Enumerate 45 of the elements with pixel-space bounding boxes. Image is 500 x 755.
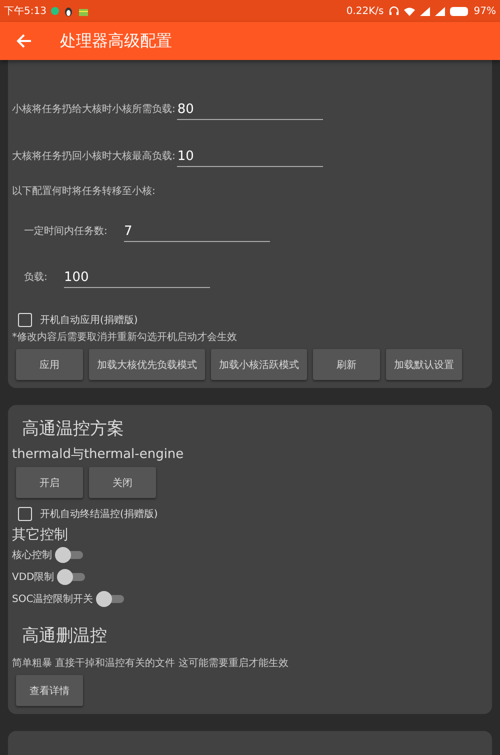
section-title: 高通温控方案 [21,418,125,440]
toggle-label: SOC温控限制开关 [12,592,94,606]
toggle-switch[interactable] [96,591,124,607]
description-text: 简单粗暴 直接干掉和温控有关的文件 这可能需要重启才能生效 [12,656,290,670]
notification-icon [51,7,60,15]
status-time: 下午5:13 [4,5,46,18]
toggle-label: VDD限制 [12,570,54,584]
field-label: 小核将任务扔给大核时小核所需负载: [12,102,176,117]
action-button[interactable]: 刷新 [313,349,380,380]
signal-icon [434,6,445,16]
checkbox[interactable] [18,313,32,327]
checkbox-label: 开机自动终结温控(捐赠版) [40,508,158,521]
section-heading: 其它控制 [12,526,69,544]
toggle-label: 核心控制 [12,548,52,562]
input-field[interactable]: 10 [177,149,324,167]
network-speed: 0.22K/s [346,6,384,16]
input-field[interactable]: 80 [177,102,324,120]
action-button[interactable]: 开启 [16,467,83,498]
field-label: 负载: [24,270,48,285]
wifi-icon [404,6,415,16]
details-button[interactable]: 查看详情 [16,675,83,706]
penguin-icon [64,6,74,16]
headphones-icon [388,6,399,16]
action-button[interactable]: 加载默认设置 [386,349,462,380]
checkbox[interactable] [18,507,32,521]
section-subtitle: thermald与thermal-engine [12,446,185,463]
page-title: 处理器高级配置 [60,30,172,52]
action-button[interactable]: 应用 [16,349,83,380]
field-label: 一定时间内任务数: [24,224,108,239]
signal-icon [420,6,430,16]
action-button[interactable]: 加载大核优先负载模式 [89,349,205,380]
field-label: 大核将任务扔回小核时大核最高负载: [12,150,176,164]
back-arrow-icon[interactable] [16,33,32,49]
action-button[interactable]: 关闭 [89,467,156,498]
section-title: 高通删温控 [21,624,108,648]
input-field[interactable]: 7 [124,224,270,242]
toggle-switch[interactable] [55,547,83,563]
input-field[interactable]: 100 [64,270,210,288]
action-button[interactable]: 加载小核活跃模式 [211,349,307,380]
section-text: 以下配置何时将任务转移至小核: [12,184,156,199]
battery-percent: 97% [474,6,496,16]
battery-icon [450,6,469,16]
toggle-switch[interactable] [57,569,86,585]
checkbox-label: 开机自动应用(捐赠版) [40,314,138,327]
note-text: *修改内容后需要取消并重新勾选开机启动才会生效 [12,330,238,344]
